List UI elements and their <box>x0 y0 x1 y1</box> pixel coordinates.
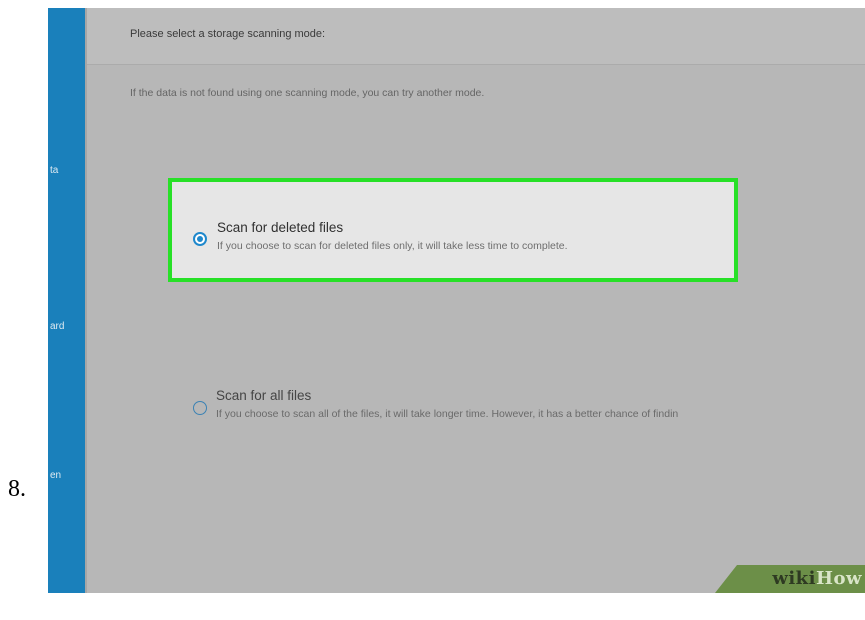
radio-checked-icon[interactable] <box>193 232 207 246</box>
option-description: If you choose to scan all of the files, … <box>216 408 679 420</box>
hint-text: If the data is not found using one scann… <box>130 87 485 99</box>
option-title: Scan for deleted files <box>217 220 344 235</box>
watermark-wiki: wiki <box>772 568 816 589</box>
app-screenshot: ta ard en Please select a storage scanni… <box>48 8 865 593</box>
sidebar: ta ard en <box>48 8 85 593</box>
radio-unchecked-icon[interactable] <box>193 401 207 415</box>
page: 8. ta ard en Please select a storage sca… <box>0 0 865 620</box>
step-number: 8. <box>8 476 26 502</box>
header-bar: Please select a storage scanning mode: <box>87 8 865 65</box>
sidebar-divider <box>85 8 87 593</box>
option-description: If you choose to scan for deleted files … <box>217 240 568 252</box>
scan-deleted-files-option[interactable]: Scan for deleted files If you choose to … <box>168 178 738 282</box>
sidebar-item-2[interactable]: ard <box>50 321 64 332</box>
watermark-how: How <box>815 568 862 589</box>
wikihow-watermark: wikiHow <box>715 565 865 593</box>
page-title: Please select a storage scanning mode: <box>130 28 326 40</box>
sidebar-item-1[interactable]: ta <box>50 165 58 176</box>
sidebar-item-3[interactable]: en <box>50 470 61 481</box>
watermark-text: wikiHow <box>772 568 862 589</box>
scan-all-files-option[interactable]: Scan for all files If you choose to scan… <box>188 383 865 433</box>
option-title: Scan for all files <box>216 388 312 403</box>
